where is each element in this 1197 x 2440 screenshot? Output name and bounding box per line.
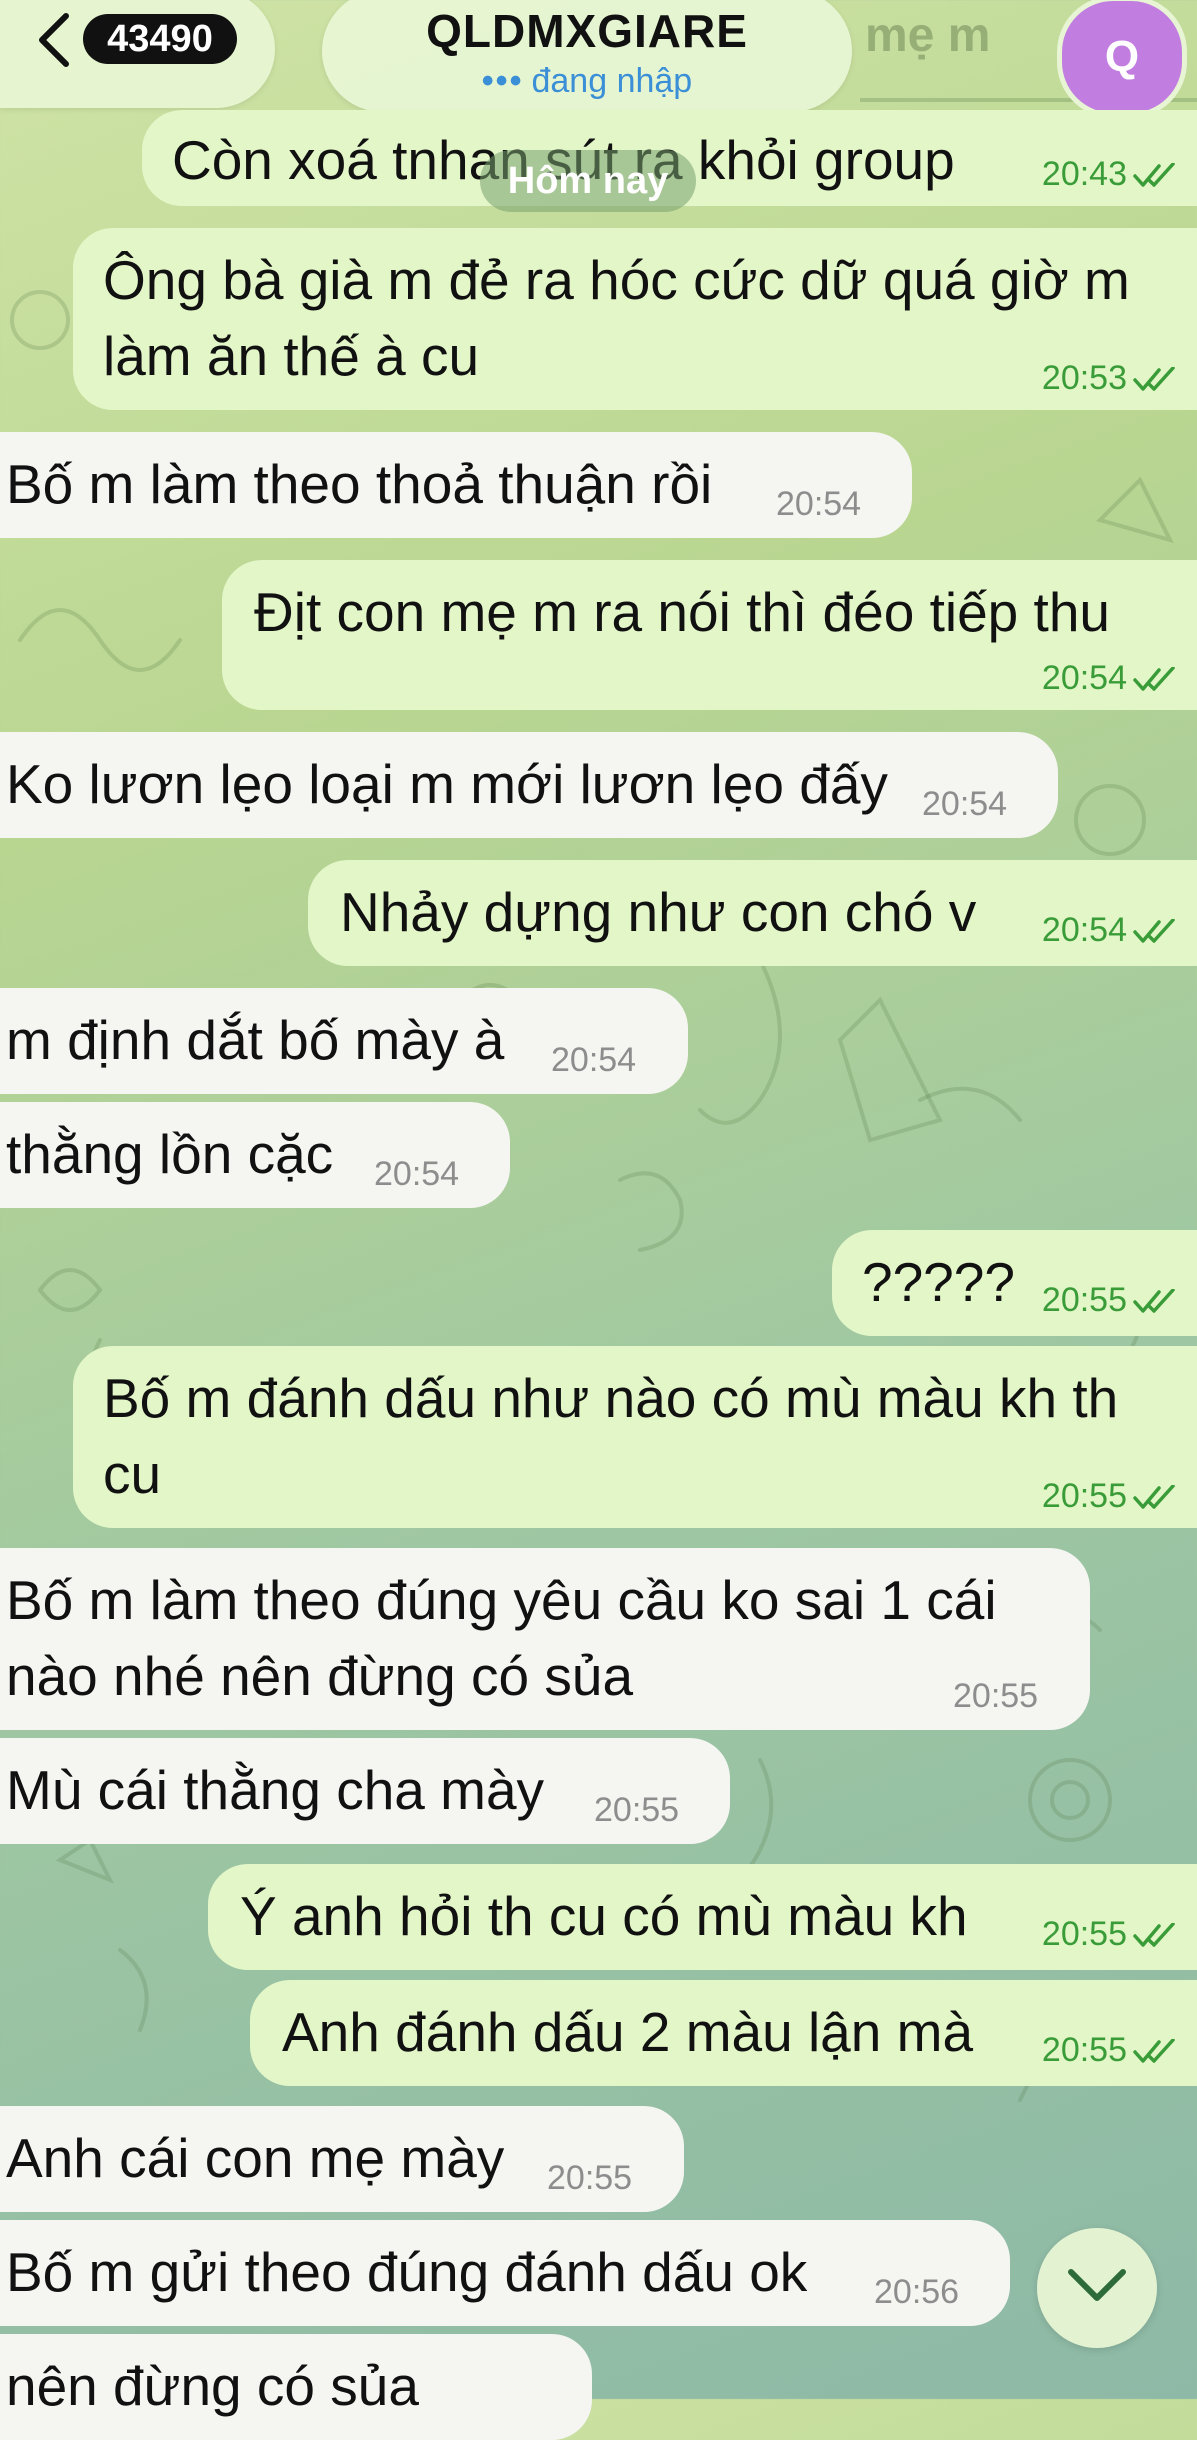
message-meta: 20:55 [1042,1280,1177,1320]
message-time: 20:54 [922,785,1008,823]
message-bubble[interactable]: Mù cái thằng cha mày 20:55 [0,1738,730,1844]
double-check-icon [1133,1923,1175,1947]
message-time: 20:55 [1041,2031,1127,2069]
status-text: đang nhập [531,62,693,100]
message-meta: 20:54 [1042,658,1177,698]
message-text-line: Ông bà già m đẻ ra hóc cức dữ quá giờ m [103,249,1130,311]
message-text: m định dắt bố mày à [6,1009,505,1071]
message-text: Bố m làm theo thoả thuận rồi [6,453,713,515]
message-bubble[interactable]: Bố m đánh dấu như nào có mù màu kh th cu… [73,1346,1197,1528]
message-text: ????? [862,1251,1015,1313]
typing-dots-icon: ••• [481,62,524,100]
message-bubble[interactable]: Ông bà già m đẻ ra hóc cức dữ quá giờ m … [73,228,1197,410]
message-time: 20:54 [1041,659,1127,697]
message-meta: 20:55 [1042,1914,1177,1954]
double-check-icon [1133,163,1175,187]
message-bubble[interactable]: Bố m gửi theo đúng đánh dấu ok 20:56 [0,2220,1010,2326]
message-text: nên đừng có sủa [6,2355,419,2417]
double-check-icon [1133,667,1175,691]
message-text: Anh cái con mẹ mày [6,2127,505,2189]
message-time: 20:55 [953,1677,1039,1715]
message-bubble[interactable]: Anh đánh dấu 2 màu lận mà 20:55 [250,1980,1197,2086]
date-separator: Hôm nay [480,150,696,212]
message-bubble[interactable]: thằng lồn cặc 20:54 [0,1102,510,1208]
chat-title-button[interactable]: QLDMXGIARE ••• đang nhập [322,0,852,112]
message-time: 20:53 [1041,359,1127,397]
message-time: 20:55 [1041,1477,1127,1515]
double-check-icon [1133,919,1175,943]
message-text: thằng lồn cặc [6,1123,334,1185]
message-bubble[interactable]: nên đừng có sủa [0,2334,592,2440]
message-text-line: làm ăn thế à cu [103,325,480,387]
obscured-preview-text: mẹ m [865,9,991,62]
message-text: Ko lươn lẹo loại m mới lươn lẹo đấy [6,753,888,815]
chat-header: 43490 mẹ m QLDMXGIARE ••• đang nhập Q [0,0,1197,120]
message-bubble[interactable]: Bố m làm theo thoả thuận rồi 20:54 [0,432,912,538]
chevron-left-icon [39,13,69,67]
message-bubble[interactable]: ????? 20:55 [832,1230,1197,1336]
message-time: 20:54 [1041,911,1127,949]
message-bubble[interactable]: Nhảy dựng như con chó v 20:54 [308,860,1197,966]
scroll-to-bottom-button[interactable] [1037,2228,1157,2348]
message-time: 20:54 [374,1155,460,1193]
message-text: Bố m gửi theo đúng đánh dấu ok [6,2241,808,2303]
message-bubble[interactable]: m định dắt bố mày à 20:54 [0,988,688,1094]
message-time: 20:54 [776,485,862,523]
message-meta: 20:54 [1042,910,1177,950]
message-time: 20:55 [1041,1915,1127,1953]
double-check-icon [1133,2039,1175,2063]
message-text-line: Bố m làm theo đúng yêu cầu ko sai 1 cái [6,1569,997,1631]
message-time: 20:55 [594,1791,680,1829]
chat-title: QLDMXGIARE [426,5,748,57]
message-text-line: cu [103,1443,162,1505]
message-text: Mù cái thằng cha mày [6,1759,545,1821]
message-time: 20:54 [551,1041,637,1079]
message-text: Nhảy dựng như con chó v [340,881,977,943]
double-check-icon [1133,1485,1175,1509]
message-text: Địt con mẹ m ra nói thì đéo tiếp thu [254,581,1110,643]
back-button[interactable]: 43490 [0,0,275,108]
message-time: 20:55 [1041,1281,1127,1319]
chevron-down-icon [1068,2269,1126,2301]
message-bubble[interactable]: Bố m làm theo đúng yêu cầu ko sai 1 cái … [0,1548,1090,1730]
message-text: Ý anh hỏi th cu có mù màu kh [240,1885,968,1947]
message-meta: 20:53 [1042,358,1177,398]
message-bubble[interactable]: Ý anh hỏi th cu có mù màu kh 20:55 [208,1864,1197,1970]
double-check-icon [1133,1289,1175,1313]
message-time: 20:56 [874,2273,960,2311]
unread-count-badge: 43490 [83,14,237,64]
message-time: 20:43 [1041,155,1127,193]
message-text: Anh đánh dấu 2 màu lận mà [282,2001,974,2063]
message-bubble[interactable]: Ko lươn lẹo loại m mới lươn lẹo đấy 20:5… [0,732,1058,838]
message-meta: 20:55 [1042,2030,1177,2070]
message-text-line: Bố m đánh dấu như nào có mù màu kh th [103,1367,1119,1429]
message-bubble[interactable]: Anh cái con mẹ mày 20:55 [0,2106,684,2212]
chat-status: ••• đang nhập [322,62,852,101]
message-text-line: nào nhé nên đừng có sủa [6,1645,634,1707]
avatar[interactable]: Q [1057,0,1187,118]
message-time: 20:55 [547,2159,633,2197]
message-meta: 20:43 [1042,154,1177,194]
double-check-icon [1133,367,1175,391]
message-bubble[interactable]: Địt con mẹ m ra nói thì đéo tiếp thu 20:… [222,560,1197,710]
message-meta: 20:55 [1042,1476,1177,1516]
